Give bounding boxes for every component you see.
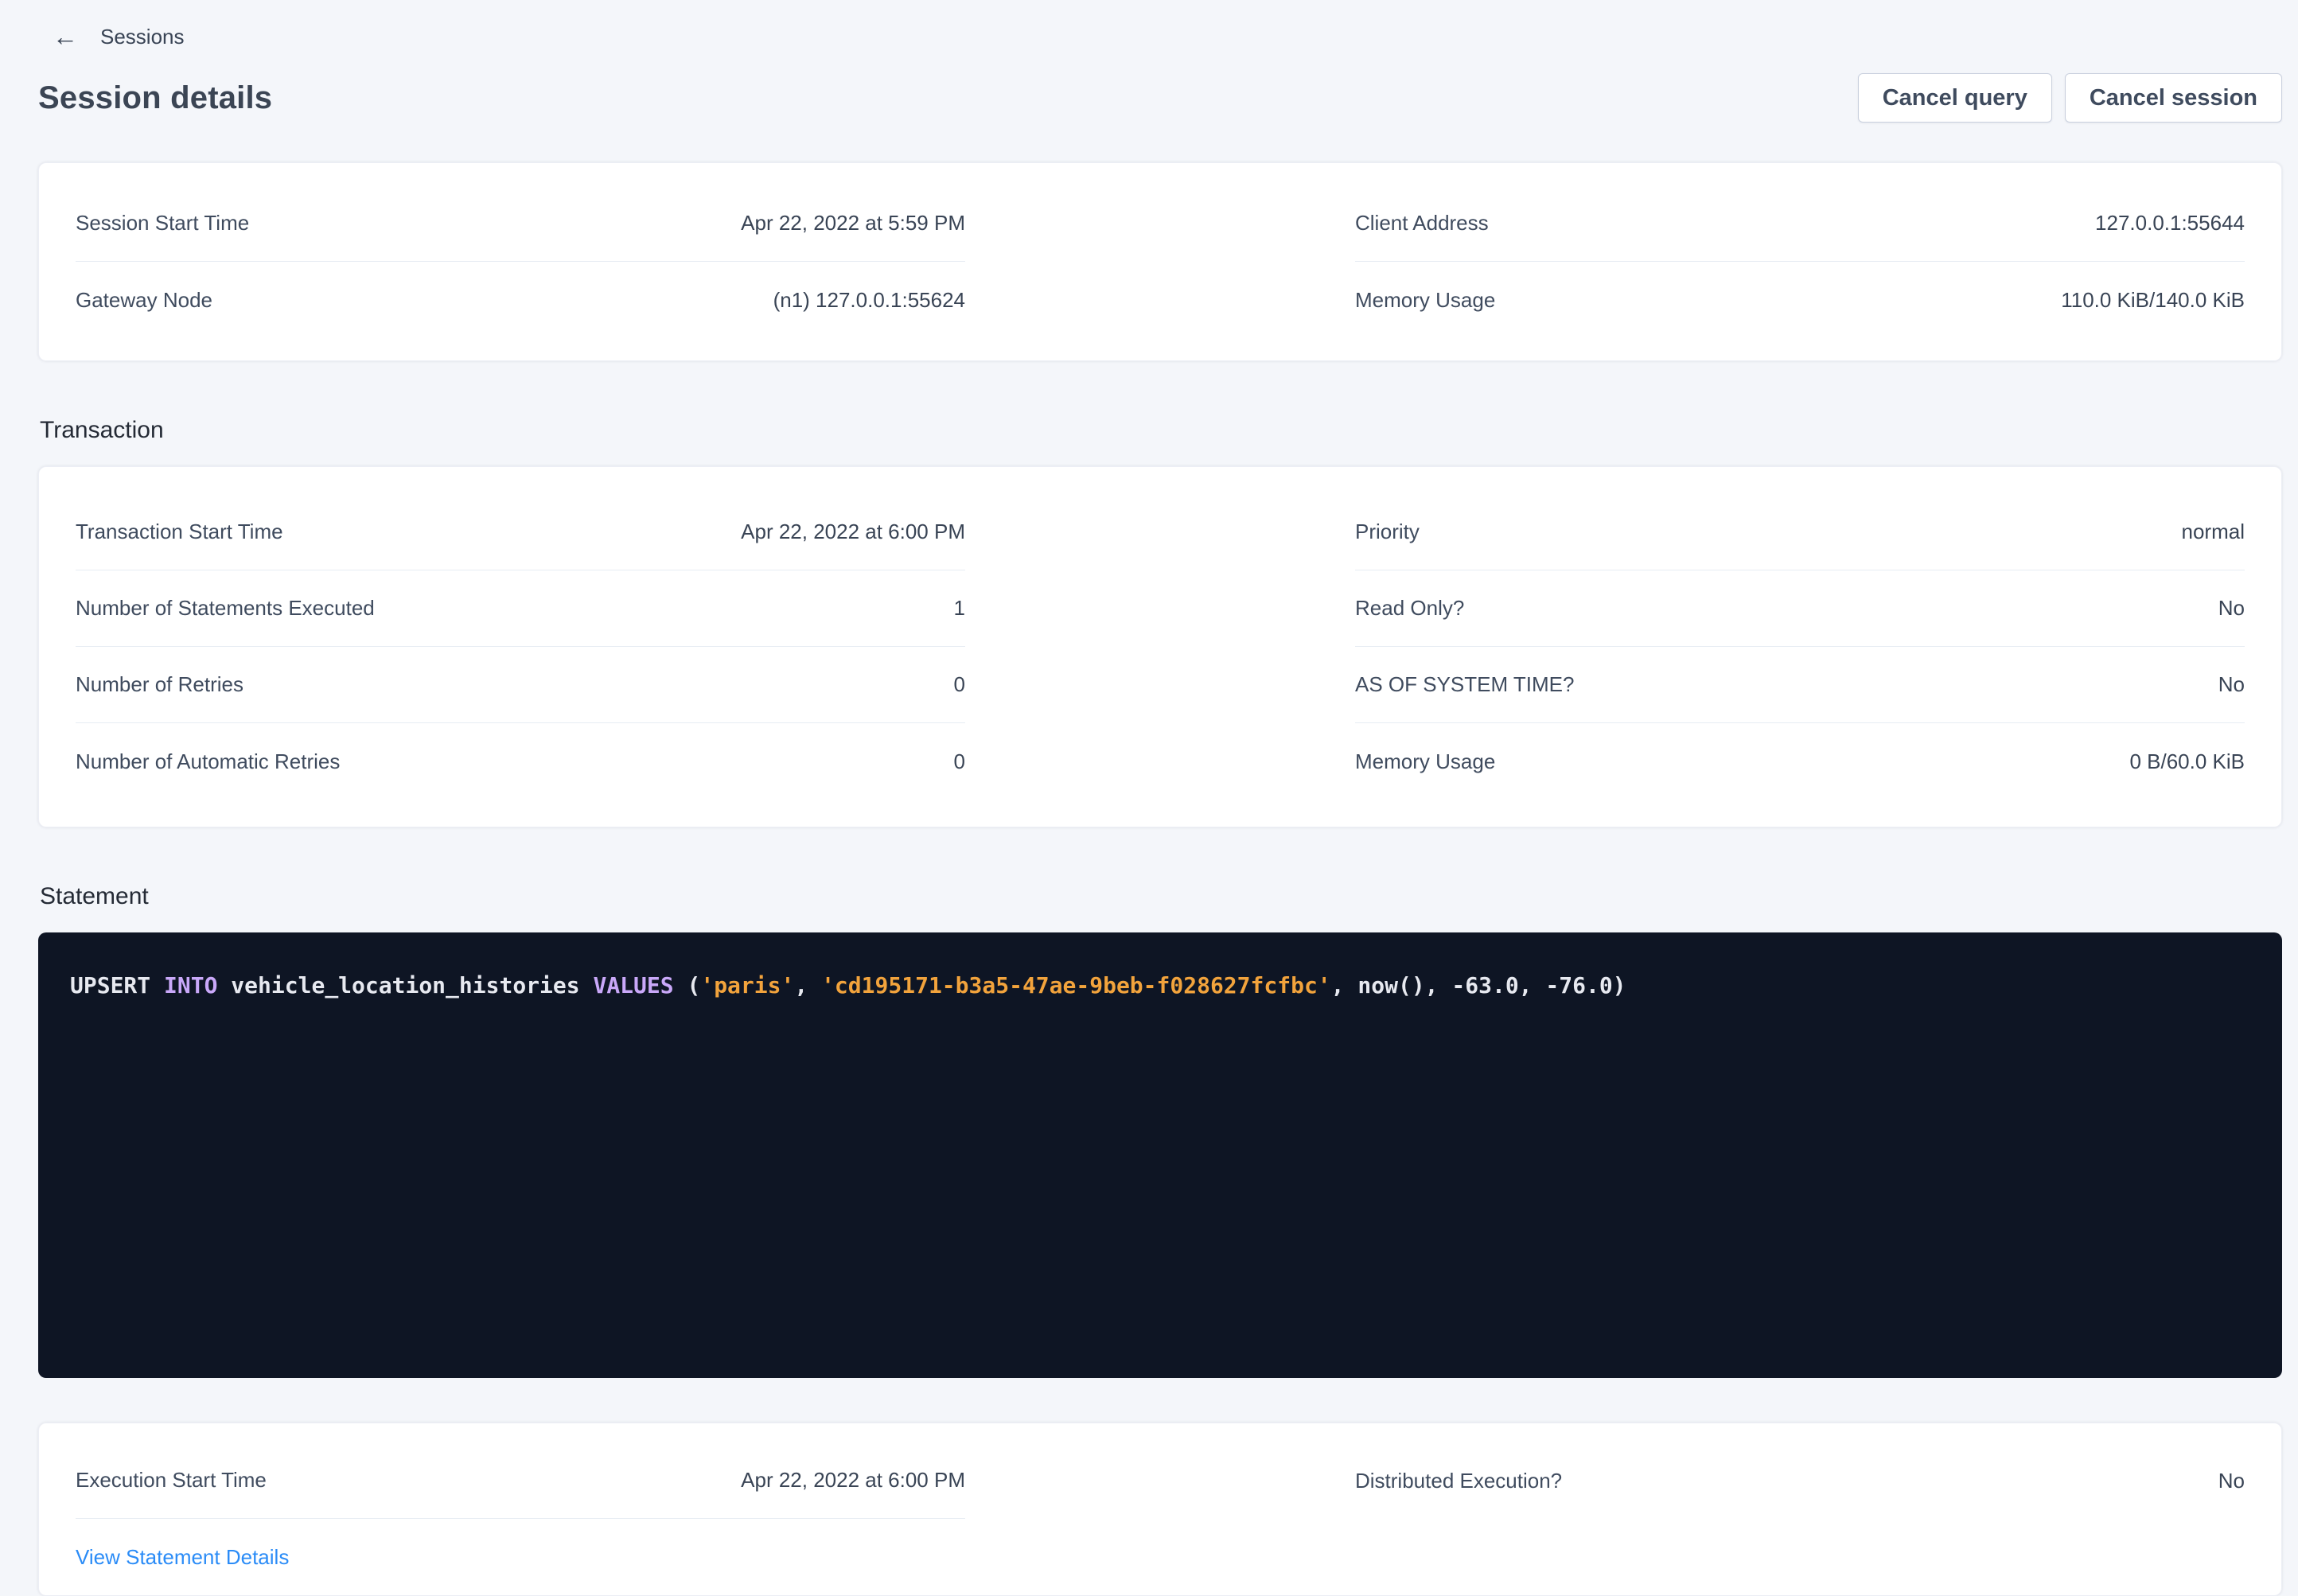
- row-distributed-execution: Distributed Execution? No: [1355, 1442, 2245, 1519]
- sql-token: ,: [794, 972, 821, 998]
- transaction-right-column: Priority normal Read Only? No AS OF SYST…: [1355, 494, 2245, 800]
- sql-token: UPSERT: [70, 972, 164, 998]
- sql-token: 'cd195171-b3a5-47ae-9beb-f028627fcfbc': [821, 972, 1331, 998]
- row-number-of-retries: Number of Retries 0: [76, 647, 965, 723]
- row-label: Execution Start Time: [76, 1468, 267, 1493]
- sql-statement-box: UPSERT INTO vehicle_location_histories V…: [38, 932, 2282, 1378]
- row-read-only: Read Only? No: [1355, 570, 2245, 647]
- row-label: Read Only?: [1355, 596, 1464, 621]
- row-value: No: [2218, 672, 2245, 697]
- row-automatic-retries: Number of Automatic Retries 0: [76, 723, 965, 800]
- row-value: 127.0.0.1:55644: [2095, 211, 2245, 236]
- row-transaction-memory-usage: Memory Usage 0 B/60.0 KiB: [1355, 723, 2245, 800]
- sql-token: vehicle_location_histories: [217, 972, 593, 998]
- row-value: Apr 22, 2022 at 5:59 PM: [741, 211, 965, 236]
- gateway-node-link[interactable]: (n1) 127.0.0.1:55624: [773, 288, 965, 313]
- row-value: Apr 22, 2022 at 6:00 PM: [741, 1468, 965, 1493]
- sql-token: 'paris': [700, 972, 794, 998]
- execution-card: Execution Start Time Apr 22, 2022 at 6:0…: [38, 1423, 2282, 1596]
- cancel-query-button[interactable]: Cancel query: [1858, 73, 2052, 123]
- row-priority: Priority normal: [1355, 494, 2245, 570]
- row-as-of-system-time: AS OF SYSTEM TIME? No: [1355, 647, 2245, 723]
- session-card-right-column: Client Address 127.0.0.1:55644 Memory Us…: [1355, 185, 2245, 338]
- row-execution-start-time: Execution Start Time Apr 22, 2022 at 6:0…: [76, 1442, 965, 1519]
- row-label: Memory Usage: [1355, 749, 1495, 774]
- view-statement-details-row: View Statement Details: [76, 1519, 965, 1576]
- row-label: Distributed Execution?: [1355, 1469, 1562, 1493]
- breadcrumb-back-sessions[interactable]: ← Sessions: [53, 0, 185, 49]
- session-details-page: ← Sessions Session details Cancel query …: [0, 0, 2298, 1596]
- row-label: Priority: [1355, 520, 1420, 544]
- row-label: Number of Statements Executed: [76, 596, 375, 621]
- row-session-memory-usage: Memory Usage 110.0 KiB/140.0 KiB: [1355, 262, 2245, 338]
- row-session-start-time: Session Start Time Apr 22, 2022 at 5:59 …: [76, 185, 965, 262]
- row-value: 0: [954, 749, 965, 774]
- row-label: Gateway Node: [76, 288, 212, 313]
- page-header: Session details Cancel query Cancel sess…: [38, 73, 2282, 123]
- sql-token: VALUES: [593, 972, 673, 998]
- row-value: 0 B/60.0 KiB: [2129, 749, 2245, 774]
- transaction-section-heading: Transaction: [40, 417, 2282, 444]
- view-statement-details-link[interactable]: View Statement Details: [76, 1545, 289, 1570]
- row-value: 0: [954, 672, 965, 697]
- row-label: Session Start Time: [76, 211, 249, 236]
- row-statements-executed: Number of Statements Executed 1: [76, 570, 965, 647]
- row-label: Number of Automatic Retries: [76, 749, 340, 774]
- transaction-card: Transaction Start Time Apr 22, 2022 at 6…: [38, 466, 2282, 827]
- header-actions: Cancel query Cancel session: [1858, 73, 2282, 123]
- row-value: 1: [954, 596, 965, 621]
- row-client-address: Client Address 127.0.0.1:55644: [1355, 185, 2245, 262]
- row-value: normal: [2182, 520, 2245, 544]
- transaction-left-column: Transaction Start Time Apr 22, 2022 at 6…: [76, 494, 965, 800]
- row-value: No: [2218, 596, 2245, 621]
- row-value: Apr 22, 2022 at 6:00 PM: [741, 520, 965, 544]
- statement-section-heading: Statement: [40, 883, 2282, 910]
- row-transaction-start-time: Transaction Start Time Apr 22, 2022 at 6…: [76, 494, 965, 570]
- sql-token: (: [674, 972, 701, 998]
- back-arrow-icon: ←: [53, 24, 78, 49]
- row-label: Client Address: [1355, 211, 1489, 236]
- sql-token: , now(), -63.0, -76.0): [1331, 972, 1626, 998]
- sql-statement: UPSERT INTO vehicle_location_histories V…: [70, 969, 2250, 1002]
- breadcrumb-label: Sessions: [100, 25, 185, 49]
- page-title: Session details: [38, 80, 272, 116]
- row-label: Transaction Start Time: [76, 520, 283, 544]
- row-label: Memory Usage: [1355, 288, 1495, 313]
- session-summary-card: Session Start Time Apr 22, 2022 at 5:59 …: [38, 162, 2282, 361]
- sql-token: INTO: [164, 972, 217, 998]
- row-label: Number of Retries: [76, 672, 243, 697]
- row-value: 110.0 KiB/140.0 KiB: [2061, 288, 2245, 313]
- session-card-left-column: Session Start Time Apr 22, 2022 at 5:59 …: [76, 185, 965, 338]
- row-value: No: [2218, 1469, 2245, 1493]
- row-label: AS OF SYSTEM TIME?: [1355, 672, 1574, 697]
- row-gateway-node: Gateway Node (n1) 127.0.0.1:55624: [76, 262, 965, 338]
- execution-right-column: Distributed Execution? No: [1355, 1442, 2245, 1576]
- cancel-session-button[interactable]: Cancel session: [2065, 73, 2282, 123]
- execution-left-column: Execution Start Time Apr 22, 2022 at 6:0…: [76, 1442, 965, 1576]
